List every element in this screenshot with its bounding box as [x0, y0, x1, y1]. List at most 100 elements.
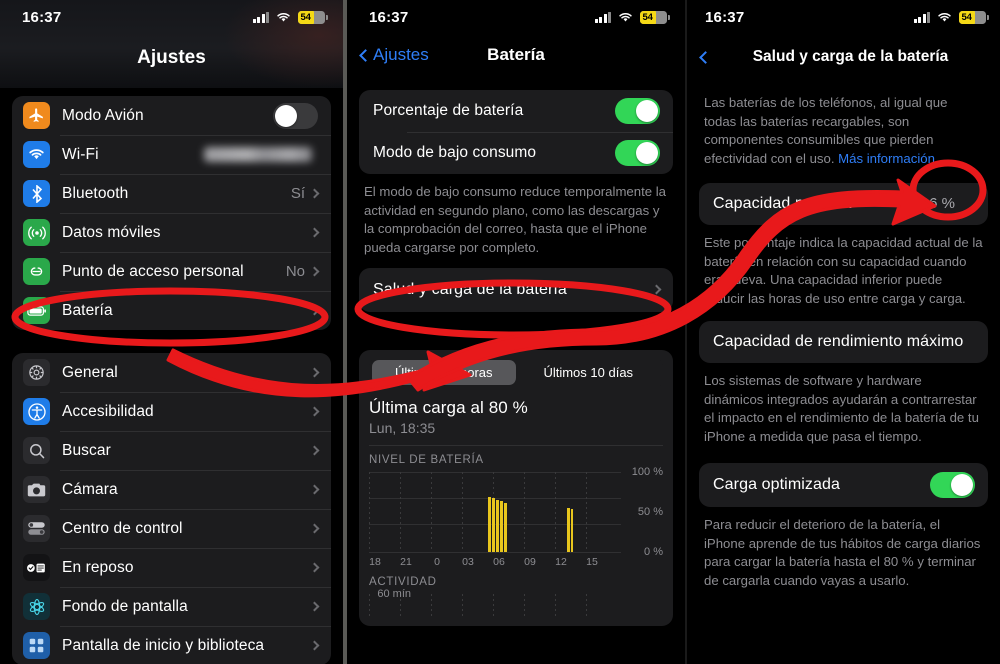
row-label: En reposo	[62, 558, 134, 576]
row-label: Bluetooth	[62, 184, 129, 202]
more-info-link[interactable]: Más información...	[838, 151, 946, 166]
bluetooth-icon	[23, 180, 50, 207]
sidebar-item-wifi[interactable]: Wi-Fi	[12, 135, 331, 174]
chevron-right-icon	[309, 484, 320, 495]
cellular-signal-icon	[913, 11, 930, 23]
low-power-mode-toggle[interactable]	[615, 140, 660, 166]
row-label: Batería	[62, 301, 113, 319]
sidebar-item-buscar[interactable]: Buscar	[12, 431, 331, 470]
settings-group-system: General Accesibilidad Buscar Cámara Cent…	[12, 353, 331, 664]
x-tick: 21	[400, 555, 412, 568]
sidebar-item-camara[interactable]: Cámara	[12, 470, 331, 509]
row-carga-optimizada[interactable]: Carga optimizada	[699, 463, 988, 507]
battery-percent: 54	[300, 11, 311, 23]
row-label: Buscar	[62, 441, 111, 459]
row-label: Fondo de pantalla	[62, 597, 188, 615]
row-capacidad-rendimiento[interactable]: Capacidad de rendimiento máximo	[699, 321, 988, 363]
optimized-charging-toggle[interactable]	[930, 471, 975, 498]
y-tick: 0 %	[644, 545, 663, 558]
nav-bar-settings: Ajustes	[0, 34, 343, 82]
row-label: Wi-Fi	[62, 145, 99, 163]
battery-health-panel: 16:37 54 Salud y carga de la batería Las…	[687, 0, 1000, 664]
wifi-icon	[277, 12, 290, 22]
x-tick: 15	[586, 555, 598, 568]
sidebar-item-fondo-de-pantalla[interactable]: Fondo de pantalla	[12, 587, 331, 626]
status-bar-3: 16:37 54	[687, 0, 1000, 34]
airplane-mode-toggle[interactable]	[273, 102, 318, 129]
row-label: Cámara	[62, 480, 118, 498]
chevron-right-icon	[309, 367, 320, 378]
x-tick: 12	[555, 555, 567, 568]
battery-icon	[23, 297, 50, 324]
row-porcentaje-bateria[interactable]: Porcentaje de batería	[359, 90, 673, 132]
wifi-network-value-redacted	[204, 147, 312, 162]
row-value: No	[285, 263, 305, 280]
row-modo-bajo-consumo[interactable]: Modo de bajo consumo	[359, 132, 673, 174]
battery-percentage-toggle[interactable]	[615, 98, 660, 124]
activity-chart: 60 mín	[369, 588, 663, 620]
sidebar-item-datos-moviles[interactable]: Datos móviles	[12, 213, 331, 252]
sidebar-item-pantalla-inicio[interactable]: Pantalla de inicio y biblioteca	[12, 626, 331, 664]
x-tick: 18	[369, 555, 381, 568]
time-range-segmented-control[interactable]: Últimas 24 horas Últimos 10 días	[369, 357, 663, 388]
row-label: Datos móviles	[62, 223, 161, 241]
chart-y-axis: 100 % 50 % 0 %	[621, 466, 663, 568]
divider	[369, 444, 663, 446]
gear-icon	[23, 359, 50, 386]
battery-percent: 54	[642, 11, 653, 23]
status-time: 16:37	[705, 8, 745, 26]
back-button[interactable]: Ajustes	[359, 45, 429, 65]
chevron-right-icon	[309, 445, 320, 456]
page-title: Salud y carga de la batería	[752, 48, 949, 65]
chevron-right-icon	[309, 266, 320, 277]
sidebar-item-modo-avion[interactable]: Modo Avión	[12, 96, 331, 135]
chevron-right-icon	[309, 188, 320, 199]
tab-ultimos-10-dias[interactable]: Últimos 10 días	[516, 360, 661, 385]
three-panel-screenshot: 16:37 54 Ajustes Modo Avión Wi-Fi Blueto…	[0, 0, 1000, 664]
row-capacidad-maxima[interactable]: Capacidad máxima 96 %	[699, 183, 988, 225]
camera-icon	[23, 476, 50, 503]
sidebar-item-en-reposo[interactable]: En reposo	[12, 548, 331, 587]
status-time: 16:37	[22, 8, 62, 26]
row-salud-carga-bateria[interactable]: Salud y carga de la batería	[359, 268, 673, 312]
wallpaper-icon	[23, 593, 50, 620]
sidebar-item-punto-acceso[interactable]: Punto de acceso personal No	[12, 252, 331, 291]
optimized-charging-footer: Para reducir el deterioro de la batería,…	[704, 516, 981, 589]
chevron-right-icon	[651, 284, 662, 295]
battery-options-group: Porcentaje de batería Modo de bajo consu…	[359, 90, 673, 174]
status-time: 16:37	[369, 8, 409, 26]
chevron-right-icon	[309, 406, 320, 417]
airplane-icon	[23, 102, 50, 129]
status-bar-1: 16:37 54	[0, 0, 343, 34]
status-bar-2: 16:37 54	[347, 0, 685, 34]
wifi-icon	[619, 12, 632, 22]
battery-panel: 16:37 54 Ajustes Batería Porcentaje de b…	[347, 0, 685, 664]
row-label: Carga optimizada	[713, 475, 840, 493]
chevron-right-icon	[309, 562, 320, 573]
chevron-right-icon	[309, 601, 320, 612]
row-label: Punto de acceso personal	[62, 262, 244, 280]
row-label: Capacidad de rendimiento máximo	[713, 332, 964, 350]
activity-chart-title: ACTIVIDAD	[369, 575, 437, 588]
low-power-footer: El modo de bajo consumo reduce temporalm…	[364, 184, 667, 256]
wifi-icon	[938, 12, 951, 22]
row-label: Pantalla de inicio y biblioteca	[62, 636, 265, 654]
battery-level-chart: 18 21 0 03 06 09 12 15 100 % 50 % 0 %	[369, 466, 663, 568]
sidebar-item-bluetooth[interactable]: Bluetooth Sí	[12, 174, 331, 213]
y-tick: 50 %	[637, 505, 663, 518]
sidebar-item-centro-de-control[interactable]: Centro de control	[12, 509, 331, 548]
row-value: Sí	[290, 185, 305, 202]
x-tick: 06	[493, 555, 505, 568]
back-button[interactable]	[699, 50, 712, 64]
sidebar-item-bateria[interactable]: Batería	[12, 291, 331, 330]
tab-ultimas-24-horas[interactable]: Últimas 24 horas	[371, 360, 516, 386]
control-center-icon	[23, 515, 50, 542]
sidebar-item-general[interactable]: General	[12, 353, 331, 392]
x-tick: 0	[434, 555, 440, 568]
sidebar-item-accesibilidad[interactable]: Accesibilidad	[12, 392, 331, 431]
page-title: Ajustes	[137, 47, 206, 68]
peak-performance-footer: Los sistemas de software y hardware diná…	[704, 372, 979, 445]
y-tick: 100 %	[631, 465, 663, 478]
cellular-signal-icon	[252, 11, 269, 23]
battery-percent: 54	[961, 11, 972, 23]
